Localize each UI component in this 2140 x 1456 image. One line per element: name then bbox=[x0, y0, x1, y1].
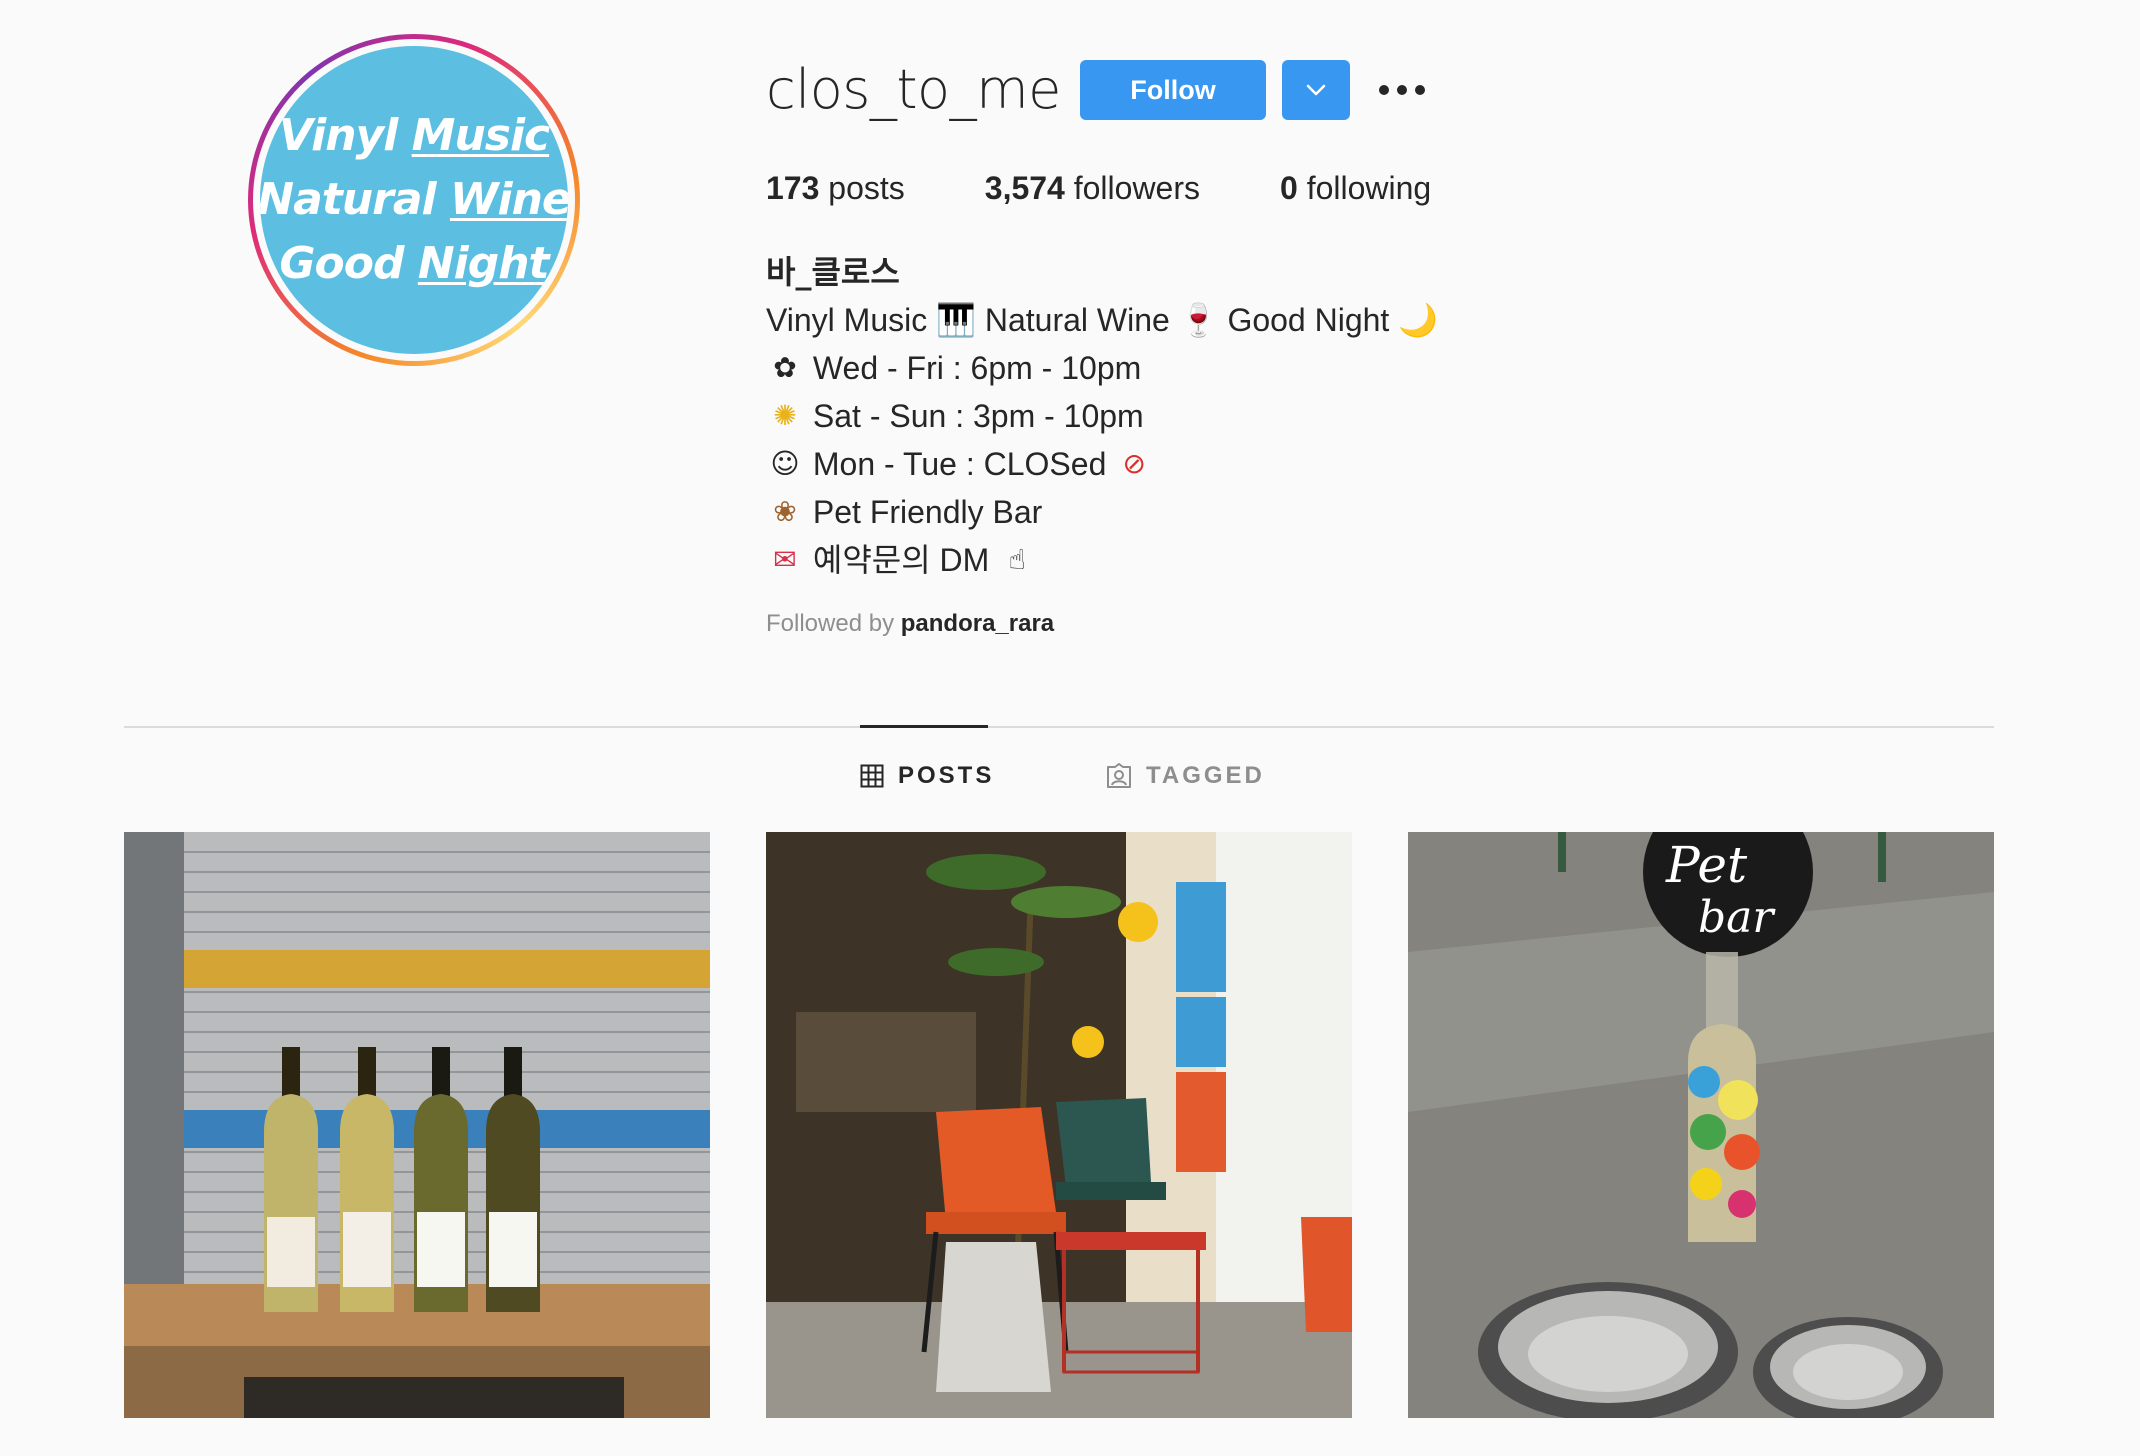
prohibited-icon: ⊘ bbox=[1122, 447, 1146, 480]
bio-line-hours-weekday: ✿ Wed - Fri : 6pm - 10pm bbox=[766, 344, 1438, 392]
tabs-divider bbox=[124, 726, 1994, 728]
chevron-down-icon bbox=[1306, 84, 1326, 96]
followed-by: Followed by pandora_rara bbox=[766, 608, 1054, 640]
suggested-accounts-button[interactable] bbox=[1282, 60, 1350, 120]
profile-bio: 바_클로스 Vinyl Music 🎹 Natural Wine 🍷 Good … bbox=[766, 248, 1438, 584]
tab-tagged-label: TAGGED bbox=[1146, 762, 1265, 789]
avatar-text-line-3: Good Night bbox=[279, 238, 549, 289]
follow-button[interactable]: Follow bbox=[1080, 60, 1266, 120]
tab-tagged[interactable]: TAGGED bbox=[1106, 762, 1265, 790]
profile-avatar[interactable]: Vinyl Music Natural Wine Good Night bbox=[248, 34, 580, 366]
tagged-icon bbox=[1107, 763, 1131, 788]
dog-face-icon: ❀ bbox=[773, 495, 797, 528]
post-thumbnail-2[interactable] bbox=[766, 832, 1352, 1418]
pet-bar-sign-text: Pet bbox=[1665, 836, 1748, 894]
grid-icon bbox=[860, 764, 884, 788]
active-tab-indicator bbox=[860, 725, 988, 728]
profile-full-name: 바_클로스 bbox=[766, 253, 900, 291]
bio-line-hours-weekend: ✺ Sat - Sun : 3pm - 10pm bbox=[766, 392, 1438, 440]
profile-stats: 173 posts 3,574 followers 0 following bbox=[766, 168, 1511, 208]
bio-line-closed: ☺ Mon - Tue : CLOSed ⊘ bbox=[766, 440, 1438, 488]
svg-text:bar: bar bbox=[1698, 892, 1776, 943]
profile-username: clos_to_me bbox=[766, 58, 1061, 121]
following-link[interactable]: 0 following bbox=[1280, 168, 1431, 208]
love-letter-icon: ✉ bbox=[773, 543, 797, 576]
bio-line-tagline: Vinyl Music 🎹 Natural Wine 🍷 Good Night … bbox=[766, 302, 1439, 338]
bio-line-reservation: ✉ 예약문의 DM ☝ bbox=[766, 536, 1438, 584]
posts-count: 173 posts bbox=[766, 170, 905, 206]
followed-by-prefix: Followed by bbox=[766, 610, 901, 637]
wine-bottles-photo bbox=[124, 832, 710, 1418]
avatar-image: Vinyl Music Natural Wine Good Night bbox=[260, 46, 568, 354]
person-raising-hand-icon: ☝ bbox=[1008, 543, 1026, 576]
followed-by-user-link[interactable]: pandora_rara bbox=[901, 610, 1054, 637]
avatar-text-line-2: Natural Wine bbox=[260, 174, 568, 225]
post-thumbnail-1[interactable] bbox=[124, 832, 710, 1418]
post-thumbnail-3[interactable]: Pet bar bbox=[1408, 832, 1994, 1418]
sunflower-icon: ✺ bbox=[773, 399, 797, 432]
avatar-text-line-1: Vinyl Music bbox=[278, 110, 550, 161]
more-options-button[interactable] bbox=[1372, 70, 1432, 110]
tab-posts[interactable]: POSTS bbox=[860, 762, 994, 790]
bar-entrance-chairs-photo bbox=[766, 832, 1352, 1418]
profile-page: Vinyl Music Natural Wine Good Night clos… bbox=[0, 0, 2140, 1456]
tab-posts-label: POSTS bbox=[898, 762, 995, 789]
ghost-icon: ☺ bbox=[770, 447, 800, 480]
bio-line-pet-friendly: ❀ Pet Friendly Bar bbox=[766, 488, 1438, 536]
more-dots-icon bbox=[1379, 85, 1425, 95]
pet-bar-bottle-photo: Pet bar bbox=[1408, 832, 1994, 1418]
followers-link[interactable]: 3,574 followers bbox=[985, 168, 1200, 208]
cherry-blossom-icon: ✿ bbox=[773, 351, 797, 384]
